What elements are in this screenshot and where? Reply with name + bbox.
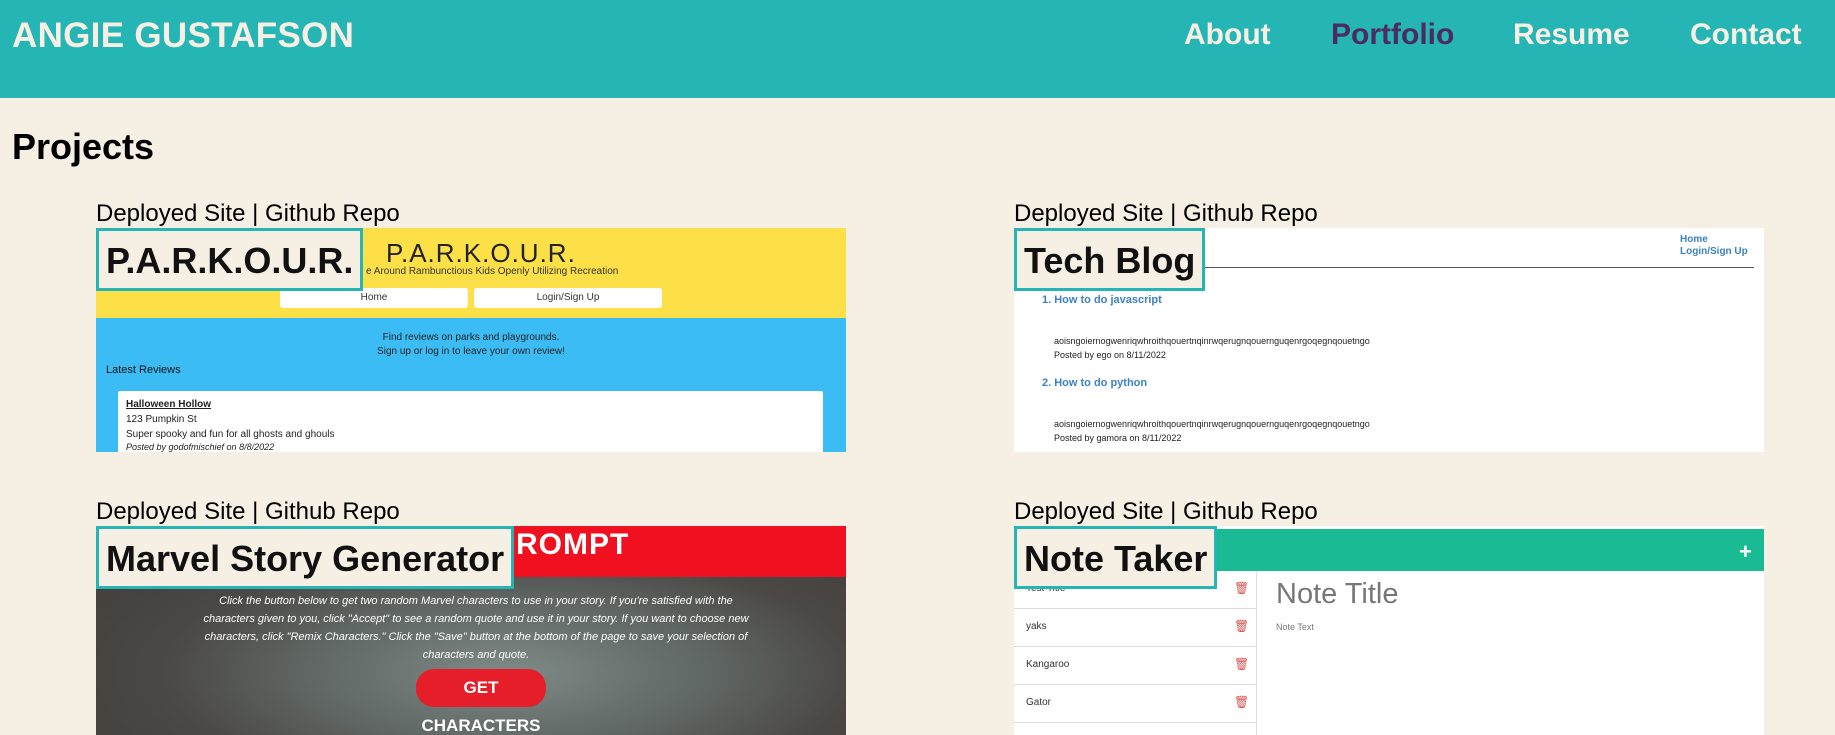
- parkour-latest-heading: Latest Reviews: [106, 364, 181, 376]
- link-separator: |: [252, 498, 266, 525]
- note-text-field: Note Text: [1276, 622, 1314, 632]
- list-item: Gator 🗑: [1014, 685, 1257, 723]
- project-links: Deployed Site | Github Repo: [1014, 200, 1764, 228]
- github-repo-link[interactable]: Github Repo: [1183, 498, 1318, 525]
- techblog-post-title: 1. How to do javascript: [1042, 294, 1162, 306]
- project-label: Note Taker: [1014, 526, 1218, 589]
- brand-name[interactable]: ANGIE GUSTAFSON: [12, 16, 354, 56]
- parkour-review-card: Halloween Hollow 123 Pumpkin St Super sp…: [118, 391, 823, 452]
- post-text: aoisngoiernogwenriqwhroithqouertnqinrwqe…: [1054, 336, 1370, 346]
- parkour-home-button: Home: [280, 288, 468, 308]
- parkour-site-title: P.A.R.K.O.U.R.: [386, 238, 576, 268]
- deployed-site-link[interactable]: Deployed Site: [1014, 498, 1163, 525]
- review-title: Halloween Hollow: [126, 399, 212, 410]
- post-link: How to do javascript: [1054, 294, 1162, 306]
- note-item-title: Kangaroo: [1026, 659, 1070, 670]
- list-item: Kangaroo 🗑: [1014, 647, 1257, 685]
- link-separator: |: [252, 200, 266, 227]
- get-characters-button: GET CHARACTERS: [416, 669, 546, 735]
- marvel-instructions: Click the button below to get two random…: [203, 595, 749, 661]
- link-separator: |: [1170, 498, 1184, 525]
- project-card-parkour: Deployed Site | Github Repo P.A.R.K.O.U.…: [96, 200, 846, 452]
- list-item: yaks 🗑: [1014, 609, 1257, 647]
- note-title-field: Note Title: [1276, 578, 1399, 610]
- post-text: aoisngoiernogwenriqwhroithqouertnqinrwqe…: [1054, 419, 1370, 429]
- parkour-login-button: Login/Sign Up: [474, 288, 662, 308]
- trash-icon: 🗑: [1234, 695, 1250, 709]
- link-separator: |: [1170, 200, 1184, 227]
- project-screenshot[interactable]: P.A.R.K.O.U.R. e Around Rambunctious Kid…: [96, 228, 846, 452]
- page-title: Projects: [12, 126, 155, 167]
- project-card-marvel: Deployed Site | Github Repo ROMPT Click …: [96, 498, 846, 735]
- post-meta: Posted by ego on 8/11/2022: [1054, 350, 1166, 360]
- nav-about[interactable]: About: [1184, 18, 1271, 52]
- parkour-signup-text: Sign up or log in to leave your own revi…: [377, 346, 565, 357]
- note-item-title: Gator: [1026, 697, 1052, 708]
- github-repo-link[interactable]: Github Repo: [265, 498, 400, 525]
- project-links: Deployed Site | Github Repo: [96, 498, 846, 526]
- post-meta: Posted by gamora on 8/11/2022: [1054, 433, 1182, 443]
- project-links: Deployed Site | Github Repo: [1014, 498, 1764, 526]
- trash-icon: 🗑: [1234, 581, 1250, 595]
- plus-icon: +: [1739, 539, 1752, 564]
- github-repo-link[interactable]: Github Repo: [265, 200, 400, 227]
- review-address: 123 Pumpkin St: [126, 414, 197, 425]
- project-label: Tech Blog: [1014, 228, 1206, 291]
- github-repo-link[interactable]: Github Repo: [1183, 200, 1318, 227]
- nav-portfolio[interactable]: Portfolio: [1331, 18, 1454, 52]
- parkour-site-subtitle: e Around Rambunctious Kids Openly Utiliz…: [366, 266, 619, 277]
- project-screenshot[interactable]: ROMPT Click the button below to get two …: [96, 526, 846, 735]
- parkour-find-text: Find reviews on parks and playgrounds.: [382, 332, 560, 343]
- project-card-tech-blog: Deployed Site | Github Repo Home Login/S…: [1014, 200, 1764, 452]
- trash-icon: 🗑: [1234, 619, 1250, 633]
- note-list: Test Title🗑 yaks🗑 Kangaroo🗑 Gator🗑: [1014, 571, 1257, 735]
- project-card-note-taker: Deployed Site | Github Repo + Test Title…: [1014, 498, 1764, 735]
- project-label: P.A.R.K.O.U.R.: [96, 228, 364, 291]
- project-links: Deployed Site | Github Repo: [96, 200, 846, 228]
- note-item-title: yaks: [1026, 621, 1047, 632]
- techblog-nav-login: Login/Sign Up: [1680, 246, 1748, 257]
- techblog-nav-home: Home: [1680, 234, 1708, 245]
- review-meta: Posted by godofmischief on 8/8/2022: [126, 442, 275, 452]
- project-label: Marvel Story Generator: [96, 526, 515, 589]
- project-screenshot[interactable]: Home Login/Sign Up 1. How to do javascri…: [1014, 228, 1764, 452]
- site-header: ANGIE GUSTAFSON About Portfolio Resume C…: [0, 0, 1835, 98]
- post-link: How to do python: [1054, 377, 1148, 389]
- project-screenshot[interactable]: + Test Title🗑 yaks🗑 Kangaroo🗑 Gator🗑 Not…: [1014, 526, 1764, 735]
- trash-icon: 🗑: [1234, 657, 1250, 671]
- techblog-post-title: 2. How to do python: [1042, 377, 1148, 389]
- nav-resume[interactable]: Resume: [1513, 18, 1630, 52]
- deployed-site-link[interactable]: Deployed Site: [1014, 200, 1163, 227]
- nav-contact[interactable]: Contact: [1690, 18, 1802, 52]
- deployed-site-link[interactable]: Deployed Site: [96, 498, 245, 525]
- marvel-header-text: ROMPT: [516, 528, 630, 561]
- review-description: Super spooky and fun for all ghosts and …: [126, 429, 335, 440]
- deployed-site-link[interactable]: Deployed Site: [96, 200, 245, 227]
